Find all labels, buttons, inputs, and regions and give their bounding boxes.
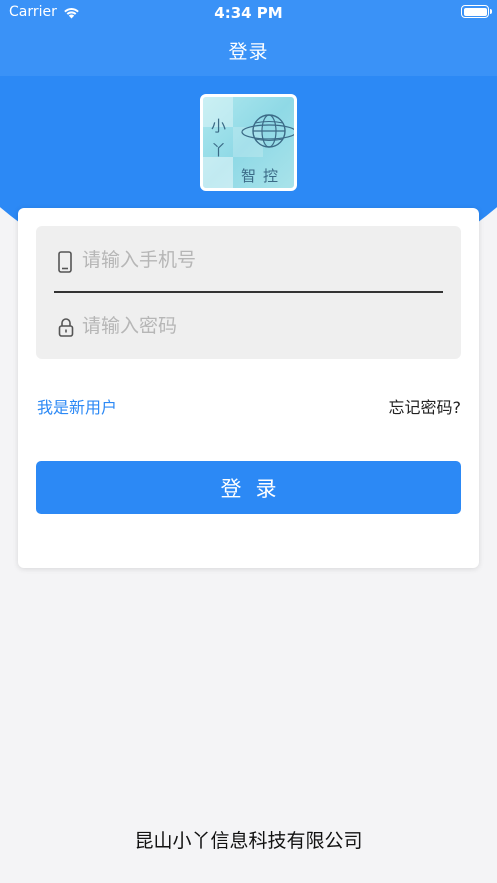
forgot-password-link[interactable]: 忘记密码? — [389, 394, 462, 418]
globe-icon — [241, 114, 294, 148]
login-card: 我是新用户 忘记密码? 登录 — [18, 208, 479, 568]
battery-icon — [461, 5, 492, 18]
page-title: 登录 — [228, 41, 269, 63]
logo-char: 控 — [263, 167, 279, 185]
logo-char: 小 — [211, 117, 227, 135]
credentials-box — [36, 226, 461, 359]
password-field — [36, 292, 461, 358]
lock-icon — [58, 318, 74, 337]
status-bar: Carrier 4:34 PM — [0, 0, 497, 26]
company-name: 昆山小丫信息科技有限公司 — [134, 830, 363, 852]
login-button[interactable]: 登录 — [36, 461, 461, 514]
status-time: 4:34 PM — [214, 4, 283, 22]
password-input[interactable] — [82, 310, 442, 342]
app-logo: 小 丫 智 控 — [200, 94, 297, 191]
phone-icon — [58, 251, 72, 273]
new-user-link[interactable]: 我是新用户 — [37, 394, 117, 418]
phone-field — [36, 226, 461, 292]
phone-input[interactable] — [82, 244, 442, 276]
logo-char: 丫 — [211, 141, 227, 159]
logo-char: 智 — [241, 167, 257, 185]
logo-tile — [203, 157, 233, 188]
